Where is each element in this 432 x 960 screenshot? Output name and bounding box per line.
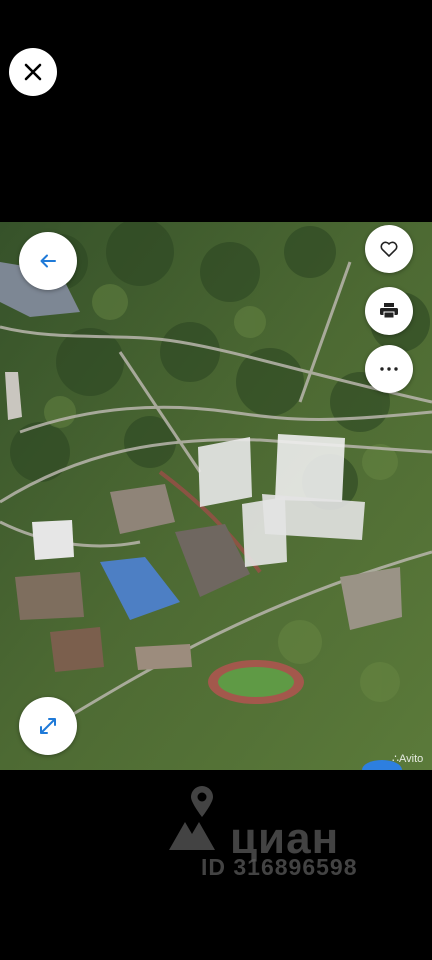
close-button[interactable]: [9, 48, 57, 96]
expand-icon: [39, 717, 57, 735]
printer-icon: [380, 303, 398, 319]
heart-icon: [380, 241, 398, 257]
photo-attribution: ∴Avito: [392, 752, 423, 765]
expand-button[interactable]: [19, 697, 77, 755]
attribution-text: Avito: [399, 753, 424, 765]
close-icon: [24, 63, 42, 81]
back-button[interactable]: [19, 232, 77, 290]
avito-icon: ∴: [392, 753, 399, 765]
arrow-left-icon: [40, 254, 56, 268]
watermark: циан ID 316896598: [165, 786, 395, 886]
cian-logo-icon: [167, 818, 217, 857]
watermark-listing-id: ID 316896598: [201, 854, 358, 880]
print-button[interactable]: [365, 287, 413, 335]
more-button[interactable]: [365, 345, 413, 393]
ellipsis-icon: [380, 367, 398, 371]
favorite-button[interactable]: [365, 225, 413, 273]
